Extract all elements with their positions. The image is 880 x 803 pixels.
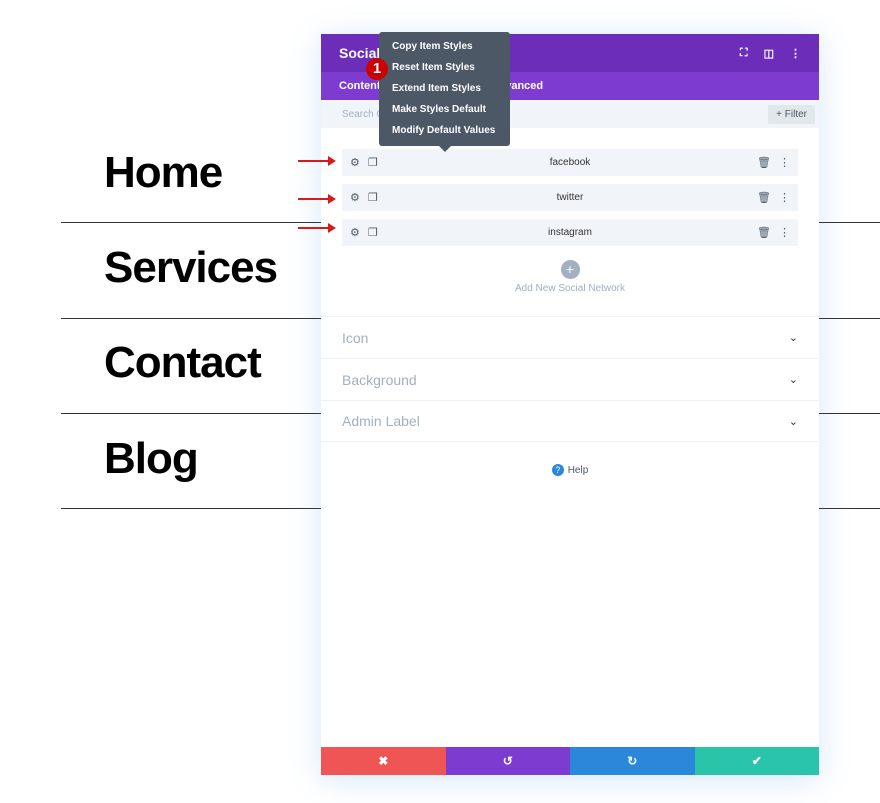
plus-icon[interactable]: +: [560, 260, 580, 279]
chevron-down-icon: ⌄: [788, 374, 798, 386]
nav-home[interactable]: Home: [104, 148, 223, 198]
item-label: facebook: [549, 157, 591, 168]
filter-button[interactable]: + Filter: [768, 104, 815, 124]
menu-item-reset-styles[interactable]: Reset Item Styles: [392, 59, 497, 80]
chevron-down-icon: ⌄: [788, 332, 798, 344]
more-icon[interactable]: ⋮: [779, 156, 790, 169]
save-button[interactable]: ✔: [694, 747, 819, 775]
arrow-annotation: [298, 156, 336, 166]
context-menu: Copy Item Styles Reset Item Styles Exten…: [379, 32, 510, 152]
toggle-admin-label-section[interactable]: Admin Label ⌄: [321, 400, 819, 442]
nav-blog[interactable]: Blog: [104, 434, 199, 484]
menu-item-extend-styles[interactable]: Extend Item Styles: [392, 80, 497, 101]
help-icon: ?: [551, 464, 564, 476]
menu-item-modify-defaults[interactable]: Modify Default Values: [392, 122, 497, 143]
redo-button[interactable]: ↻: [570, 747, 695, 775]
toggle-label: Icon: [342, 329, 369, 346]
duplicate-icon[interactable]: ❐: [368, 191, 378, 204]
item-label: instagram: [548, 227, 592, 238]
help-label: Help: [567, 465, 589, 476]
nav-services[interactable]: Services: [104, 243, 278, 293]
help-button[interactable]: ? Help: [321, 464, 819, 476]
split-view-icon[interactable]: ◫: [764, 47, 774, 60]
fullscreen-icon[interactable]: ⛶: [740, 47, 748, 60]
duplicate-icon[interactable]: ❐: [368, 226, 378, 239]
undo-button[interactable]: ↺: [445, 747, 570, 775]
add-item-button[interactable]: + Add New Social Network: [321, 260, 819, 294]
toggle-label: Admin Label: [342, 413, 420, 429]
duplicate-icon[interactable]: ❐: [368, 156, 378, 169]
toggle-label: Background: [342, 371, 417, 388]
item-label: twitter: [556, 192, 584, 203]
nav-contact[interactable]: Contact: [104, 338, 262, 388]
step-badge: 1: [366, 58, 388, 80]
toggle-icon-section[interactable]: Icon ⌄: [321, 316, 819, 358]
list-item[interactable]: ⚙ ❐ instagram 🗑 ⋮: [342, 219, 798, 246]
settings-icon[interactable]: ⚙: [350, 156, 360, 169]
more-options-icon[interactable]: ⋮: [790, 47, 801, 60]
list-item[interactable]: ⚙ ❐ twitter 🗑 ⋮: [342, 184, 798, 211]
cancel-button[interactable]: ✖: [321, 747, 446, 775]
trash-icon[interactable]: 🗑: [757, 156, 771, 169]
toggle-background-section[interactable]: Background ⌄: [321, 358, 819, 400]
settings-icon[interactable]: ⚙: [350, 226, 360, 239]
trash-icon[interactable]: 🗑: [757, 191, 771, 204]
add-label: Add New Social Network: [514, 283, 626, 294]
trash-icon[interactable]: 🗑: [757, 226, 771, 239]
menu-item-make-default[interactable]: Make Styles Default: [392, 101, 497, 122]
settings-icon[interactable]: ⚙: [350, 191, 360, 204]
menu-item-copy-styles[interactable]: Copy Item Styles: [392, 38, 497, 59]
list-item[interactable]: ⚙ ❐ facebook 🗑 ⋮: [342, 149, 798, 176]
more-icon[interactable]: ⋮: [779, 191, 790, 204]
tab-content[interactable]: Content: [339, 80, 381, 92]
chevron-down-icon: ⌄: [788, 415, 798, 428]
arrow-annotation: [298, 223, 336, 233]
arrow-annotation: [298, 194, 336, 204]
more-icon[interactable]: ⋮: [779, 226, 790, 239]
